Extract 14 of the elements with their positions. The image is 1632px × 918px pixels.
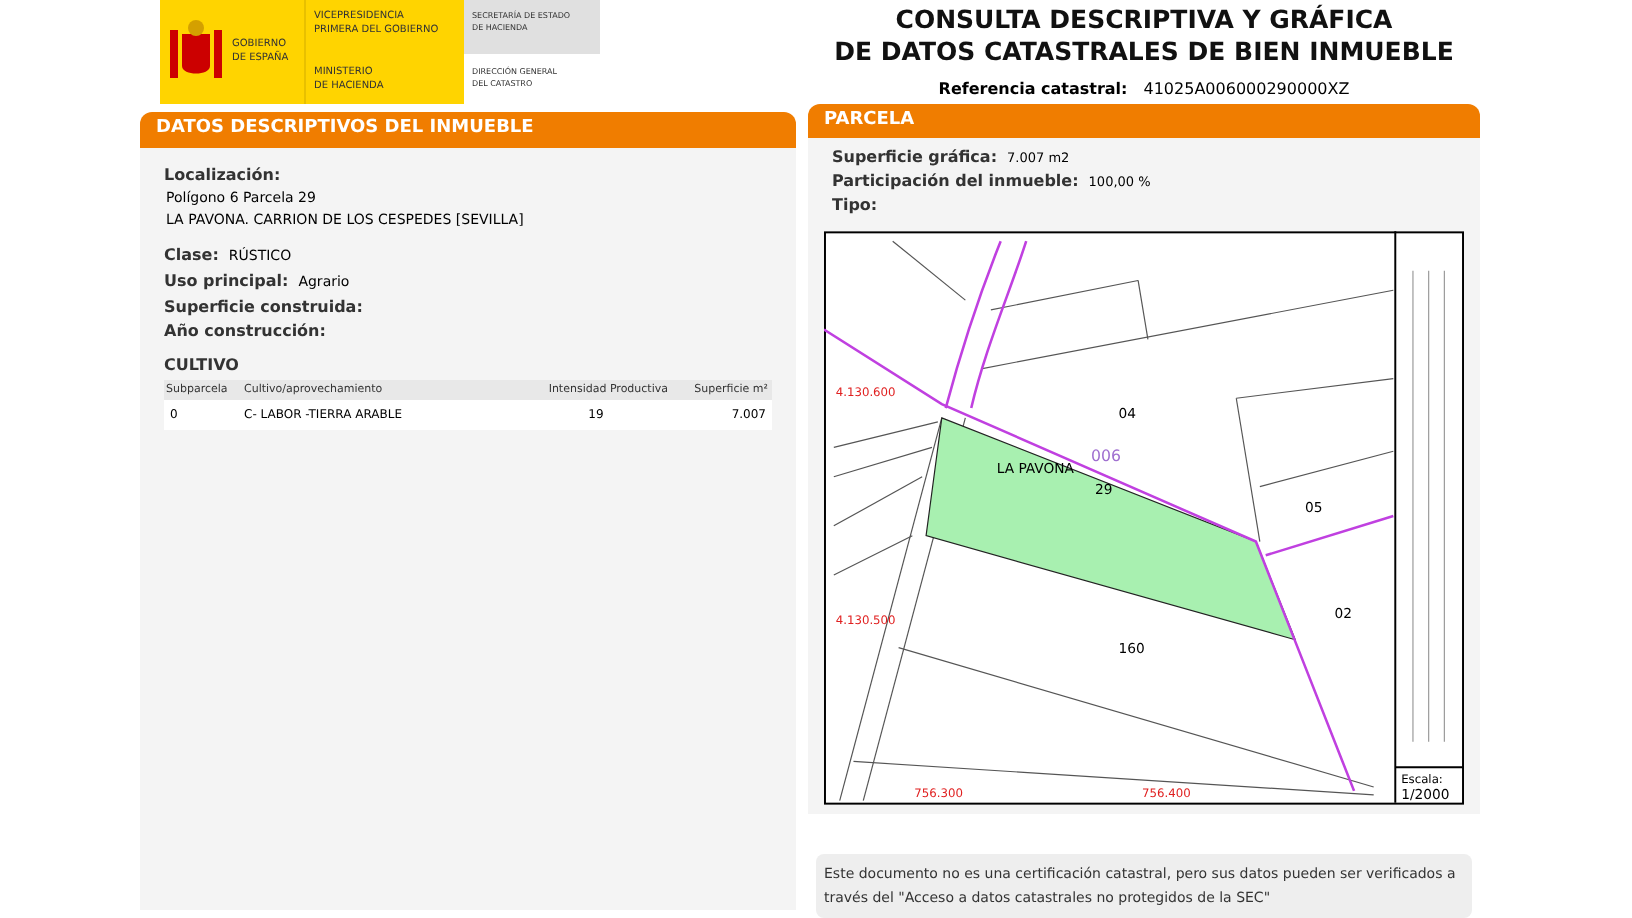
field-label: Año construcción: <box>164 319 326 341</box>
field-label: Uso principal: <box>164 269 289 291</box>
reference-label: Referencia catastral: <box>938 78 1128 102</box>
section-header: PARCELA <box>808 103 1480 138</box>
section-header: DATOS DESCRIPTIVOS DEL INMUEBLE <box>140 112 796 147</box>
field-label: Superficie construida: <box>164 295 363 317</box>
subsection-title: CULTIVO <box>164 353 241 377</box>
field-label: Clase: <box>164 243 219 265</box>
reference-value: 41025A006000290000XZ <box>1143 78 1350 102</box>
field-label: Localización: <box>164 163 283 187</box>
field-label: Tipo: <box>832 194 878 216</box>
field-label: Superficie gráfica: <box>832 146 998 168</box>
page-title: CONSULTA DESCRIPTIVA Y GRÁFICA DE DATOS CATASTRALES DE BIEN INMUEBLE <box>834 4 1454 68</box>
field-label: Participación del inmueble: <box>832 170 1079 192</box>
